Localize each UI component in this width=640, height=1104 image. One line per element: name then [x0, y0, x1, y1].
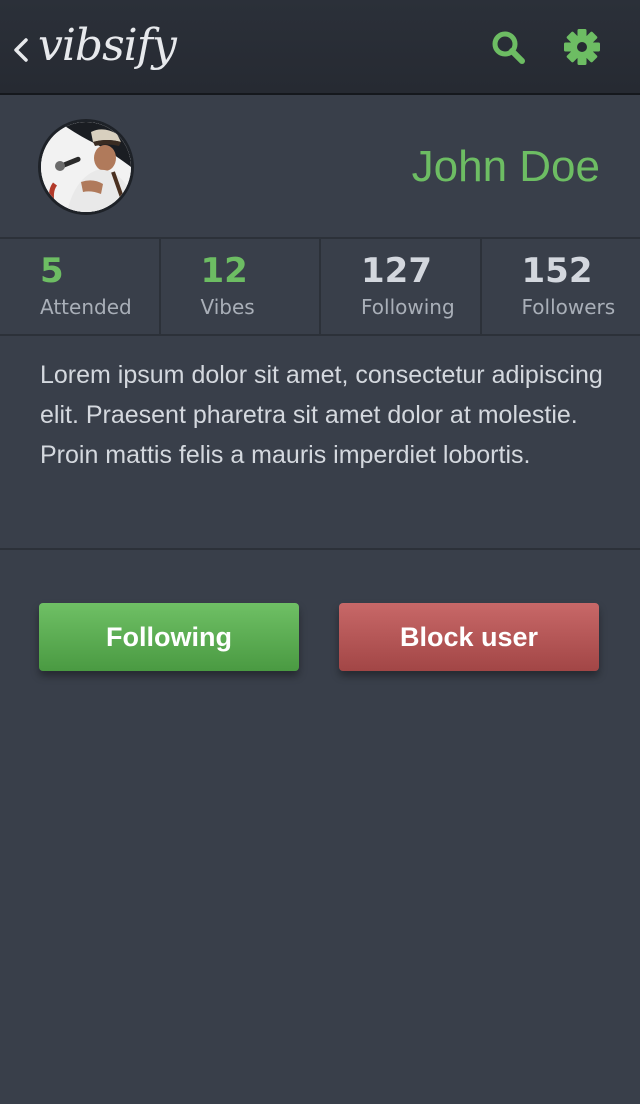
section-divider — [0, 548, 640, 550]
block-user-button[interactable]: Block user — [339, 603, 599, 671]
top-bar: vibsify — [0, 0, 640, 95]
stat-value: 127 — [361, 251, 432, 291]
stat-vibes[interactable]: 12 Vibes — [161, 239, 321, 334]
stat-attended[interactable]: 5 Attended — [0, 239, 161, 334]
stat-label: Followers — [521, 295, 616, 319]
app-logo: vibsify — [38, 20, 177, 71]
stat-label: Vibes — [200, 295, 255, 319]
back-button[interactable] — [10, 30, 32, 70]
settings-button[interactable] — [562, 27, 602, 67]
profile-header: John Doe — [0, 95, 640, 239]
profile-bio: Lorem ipsum dolor sit amet, consectetur … — [40, 361, 603, 469]
profile-name: John Doe — [411, 142, 600, 191]
avatar[interactable] — [38, 119, 134, 215]
search-icon — [492, 31, 525, 64]
stat-following[interactable]: 127 Following — [321, 239, 482, 334]
stat-followers[interactable]: 152 Followers — [482, 239, 640, 334]
chevron-left-icon — [14, 38, 28, 62]
stat-value: 12 — [200, 251, 248, 291]
stat-value: 152 — [521, 251, 593, 291]
following-button[interactable]: Following — [39, 603, 299, 671]
gear-icon — [564, 29, 600, 65]
avatar-photo — [41, 122, 131, 212]
stat-label: Following — [361, 295, 455, 319]
stat-value: 5 — [40, 251, 64, 291]
stats-row: 5 Attended 12 Vibes 127 Following 152 Fo… — [0, 239, 640, 336]
stat-label: Attended — [40, 295, 132, 319]
search-button[interactable] — [488, 27, 528, 67]
